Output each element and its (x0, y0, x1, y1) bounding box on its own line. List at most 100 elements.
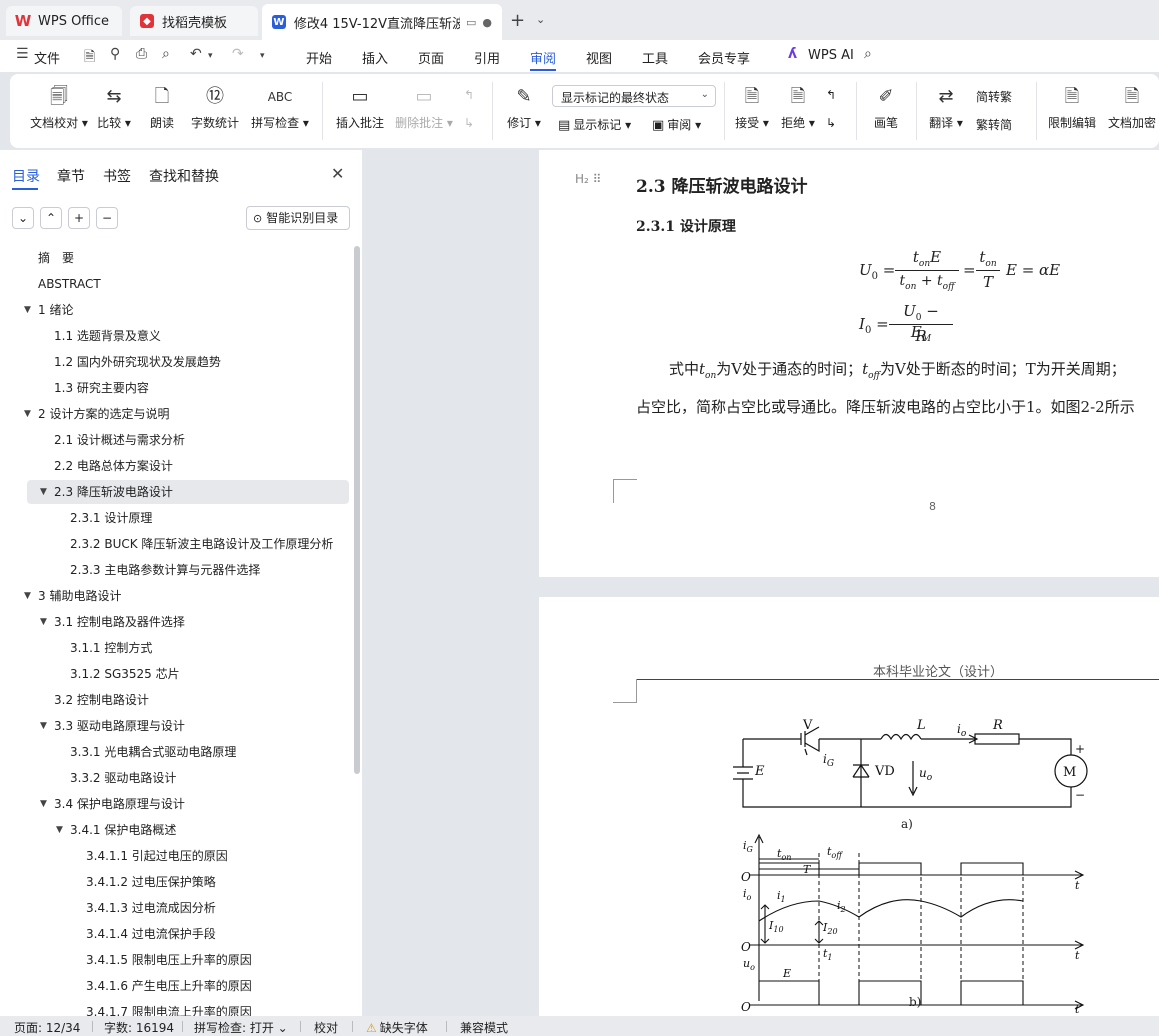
toc-item[interactable]: 2.3.3 主电路参数计算与元器件选择 (0, 558, 350, 582)
tab-close-dot-icon[interactable]: ● (482, 16, 492, 29)
menu-insert[interactable]: 插入 (362, 48, 388, 67)
next-comment-icon[interactable]: ↳ (464, 116, 474, 130)
next-change-icon[interactable]: ↳ (826, 116, 836, 130)
expand-arrow-icon[interactable]: ▼ (24, 402, 31, 426)
page-8[interactable]: 2.3 降压斩波电路设计 2.3.1 设计原理 U0 = tonE ton + … (539, 150, 1159, 577)
wps-ai-icon[interactable]: ʎ (788, 46, 797, 62)
menu-member[interactable]: 会员专享 (698, 48, 750, 67)
toc-item[interactable]: ▼ 3 辅助电路设计 (0, 584, 350, 608)
close-icon[interactable]: ✕ (331, 164, 344, 183)
word-count-button[interactable]: ⑫ 字数统计 (190, 84, 240, 131)
toc-item[interactable]: 3.4.1.1 引起过电压的原因 (0, 844, 350, 868)
expand-arrow-icon[interactable]: ▼ (40, 480, 47, 504)
new-tab-button[interactable]: + (510, 10, 525, 31)
tab-display-icon[interactable]: ▭ (466, 16, 476, 29)
toc-item[interactable]: ▼ 3.1 控制电路及器件选择 (0, 610, 350, 634)
toc-item[interactable]: 2.2 电路总体方案设计 (0, 454, 350, 478)
spell-check-button[interactable]: ABC 拼写检查 ▾ (250, 84, 310, 131)
formula-i0[interactable]: I0 = U0 − EM R (859, 302, 999, 348)
toc-item[interactable]: ▼ 3.3 驱动电路原理与设计 (0, 714, 350, 738)
undo-icon[interactable]: ↶ (190, 46, 202, 62)
menu-page[interactable]: 页面 (418, 48, 444, 67)
document-canvas[interactable]: 2.3 降压斩波电路设计 2.3.1 设计原理 U0 = tonE ton + … (362, 150, 1159, 1016)
toc-item[interactable]: 3.1.1 控制方式 (0, 636, 350, 660)
prev-change-icon[interactable]: ↰ (826, 88, 836, 102)
reject-button[interactable]: 🗎 拒绝 ▾ (780, 84, 816, 131)
collapse-up-button[interactable]: ⌃ (40, 207, 62, 229)
tab-wps-office[interactable]: W WPS Office (6, 6, 122, 36)
heading-2-3-1[interactable]: 2.3.1 设计原理 (636, 216, 736, 236)
toc-item[interactable]: ▼ 2 设计方案的选定与说明 (0, 402, 350, 426)
undo-menu-icon[interactable]: ▾ (208, 51, 213, 61)
toc-item[interactable]: ▼ 3.4 保护电路原理与设计 (0, 792, 350, 816)
expand-arrow-icon[interactable]: ▼ (56, 818, 63, 842)
menu-tools[interactable]: 工具 (642, 48, 668, 67)
track-changes-button[interactable]: ✎ 修订 ▾ (504, 84, 544, 131)
body-paragraph-line1[interactable]: 式中ton为V处于通态的时间；toff为V处于断态的时间；T为开关周期； (669, 358, 1126, 381)
toc-item[interactable]: 3.4.1.3 过电流成因分析 (0, 896, 350, 920)
status-word-count[interactable]: 字数: 16194 (104, 1019, 174, 1036)
toc-item[interactable]: 1.3 研究主要内容 (0, 376, 350, 400)
expand-arrow-icon[interactable]: ▼ (40, 610, 47, 634)
toc-item[interactable]: ▼ 3.4.1 保护电路概述 (0, 818, 350, 842)
translate-button[interactable]: ⇄ 翻译 ▾ (926, 84, 966, 131)
nav-tab-sections[interactable]: 章节 (57, 166, 85, 186)
menu-references[interactable]: 引用 (474, 48, 500, 67)
menu-file[interactable]: 文件 (34, 48, 60, 67)
toc-item[interactable]: 1.2 国内外研究现状及发展趋势 (0, 350, 350, 374)
hamburger-icon[interactable]: ☰ (16, 46, 29, 62)
nav-tab-toc[interactable]: 目录 (12, 166, 40, 186)
status-proof[interactable]: 校对 (314, 1019, 338, 1036)
tab-current-document[interactable]: W 修改4 15V-12V直流降压斩波电 ▭ ● (262, 4, 502, 40)
toc-item[interactable]: 2.3.1 设计原理 (0, 506, 350, 530)
expand-arrow-icon[interactable]: ▼ (24, 298, 31, 322)
expand-arrow-icon[interactable]: ▼ (24, 584, 31, 608)
toc-item[interactable]: 2.3.2 BUCK 降压斩波主电路设计及工作原理分析 (0, 532, 350, 556)
formula-u0[interactable]: U0 = tonE ton + toff = ton T E = αE (859, 248, 1119, 296)
compare-button[interactable]: ⇆ 比较 ▾ (96, 84, 132, 131)
menu-wps-ai[interactable]: WPS AI (808, 48, 854, 63)
toc-item[interactable]: 1.1 选题背景及意义 (0, 324, 350, 348)
toc-item[interactable]: 3.1.2 SG3525 芯片 (0, 662, 350, 686)
buck-circuit-diagram[interactable]: V iG E VD uo L io R M + − (729, 715, 1129, 835)
pen-button[interactable]: ✐ 画笔 (868, 84, 904, 131)
add-heading-button[interactable]: + (68, 207, 90, 229)
toc-item[interactable]: 3.4.1.4 过电流保护手段 (0, 922, 350, 946)
restrict-edit-button[interactable]: 🗎 限制编辑 (1046, 84, 1098, 131)
share-icon[interactable]: ⚲ (110, 46, 120, 62)
search-icon[interactable]: ⌕ (864, 46, 872, 62)
markup-state-select[interactable]: 显示标记的最终状态 ⌄ (552, 85, 716, 107)
status-page[interactable]: 页面: 12/34 (14, 1019, 80, 1036)
more-quick-icon[interactable]: ▾ (260, 51, 265, 61)
expand-arrow-icon[interactable]: ▼ (40, 714, 47, 738)
read-aloud-button[interactable]: 🗋 朗读 (146, 84, 178, 131)
doc-check-button[interactable]: 🗐 文档校对 ▾ (26, 84, 92, 131)
toc-item[interactable]: 摘 要 (0, 246, 350, 270)
expand-down-button[interactable]: ⌄ (12, 207, 34, 229)
toc-item[interactable]: 3.2 控制电路设计 (0, 688, 350, 712)
tab-daoke-template[interactable]: ◆ 找稻壳模板 (130, 6, 258, 36)
nav-tab-bookmarks[interactable]: 书签 (103, 166, 131, 186)
page-9[interactable]: 本科毕业论文（设计） V iG E VD uo L io R M + − a) … (539, 597, 1159, 1016)
accept-button[interactable]: 🗎 接受 ▾ (734, 84, 770, 131)
remove-heading-button[interactable]: − (96, 207, 118, 229)
menu-review[interactable]: 审阅 (530, 48, 556, 67)
nav-tab-find-replace[interactable]: 查找和替换 (149, 166, 219, 186)
toc-item[interactable]: 2.1 设计概述与需求分析 (0, 428, 350, 452)
print-preview-icon[interactable]: ⌕ (162, 46, 170, 62)
heading-2-3[interactable]: 2.3 降压斩波电路设计 (636, 172, 808, 197)
toc-item[interactable]: ABSTRACT (0, 272, 350, 296)
to-simplified-button[interactable]: 繁转简 (976, 116, 1012, 133)
toc-scrollbar[interactable] (354, 246, 360, 774)
status-spell-check[interactable]: 拼写检查: 打开 ⌄ (194, 1019, 288, 1036)
delete-comment-button[interactable]: ▭ 删除批注 ▾ (394, 84, 454, 131)
new-tab-menu-icon[interactable]: ⌄ (536, 13, 545, 26)
status-missing-font[interactable]: ⚠ 缺失字体 (366, 1019, 428, 1036)
save-icon[interactable]: 🗎 (84, 46, 95, 70)
toc-item[interactable]: 3.3.2 驱动电路设计 (0, 766, 350, 790)
menu-view[interactable]: 视图 (586, 48, 612, 67)
to-traditional-button[interactable]: 简转繁 (976, 88, 1012, 105)
smart-toc-button[interactable]: ⊙ 智能识别目录 (246, 206, 350, 230)
print-icon[interactable]: ⎙ (136, 46, 147, 62)
menu-home[interactable]: 开始 (306, 48, 332, 67)
